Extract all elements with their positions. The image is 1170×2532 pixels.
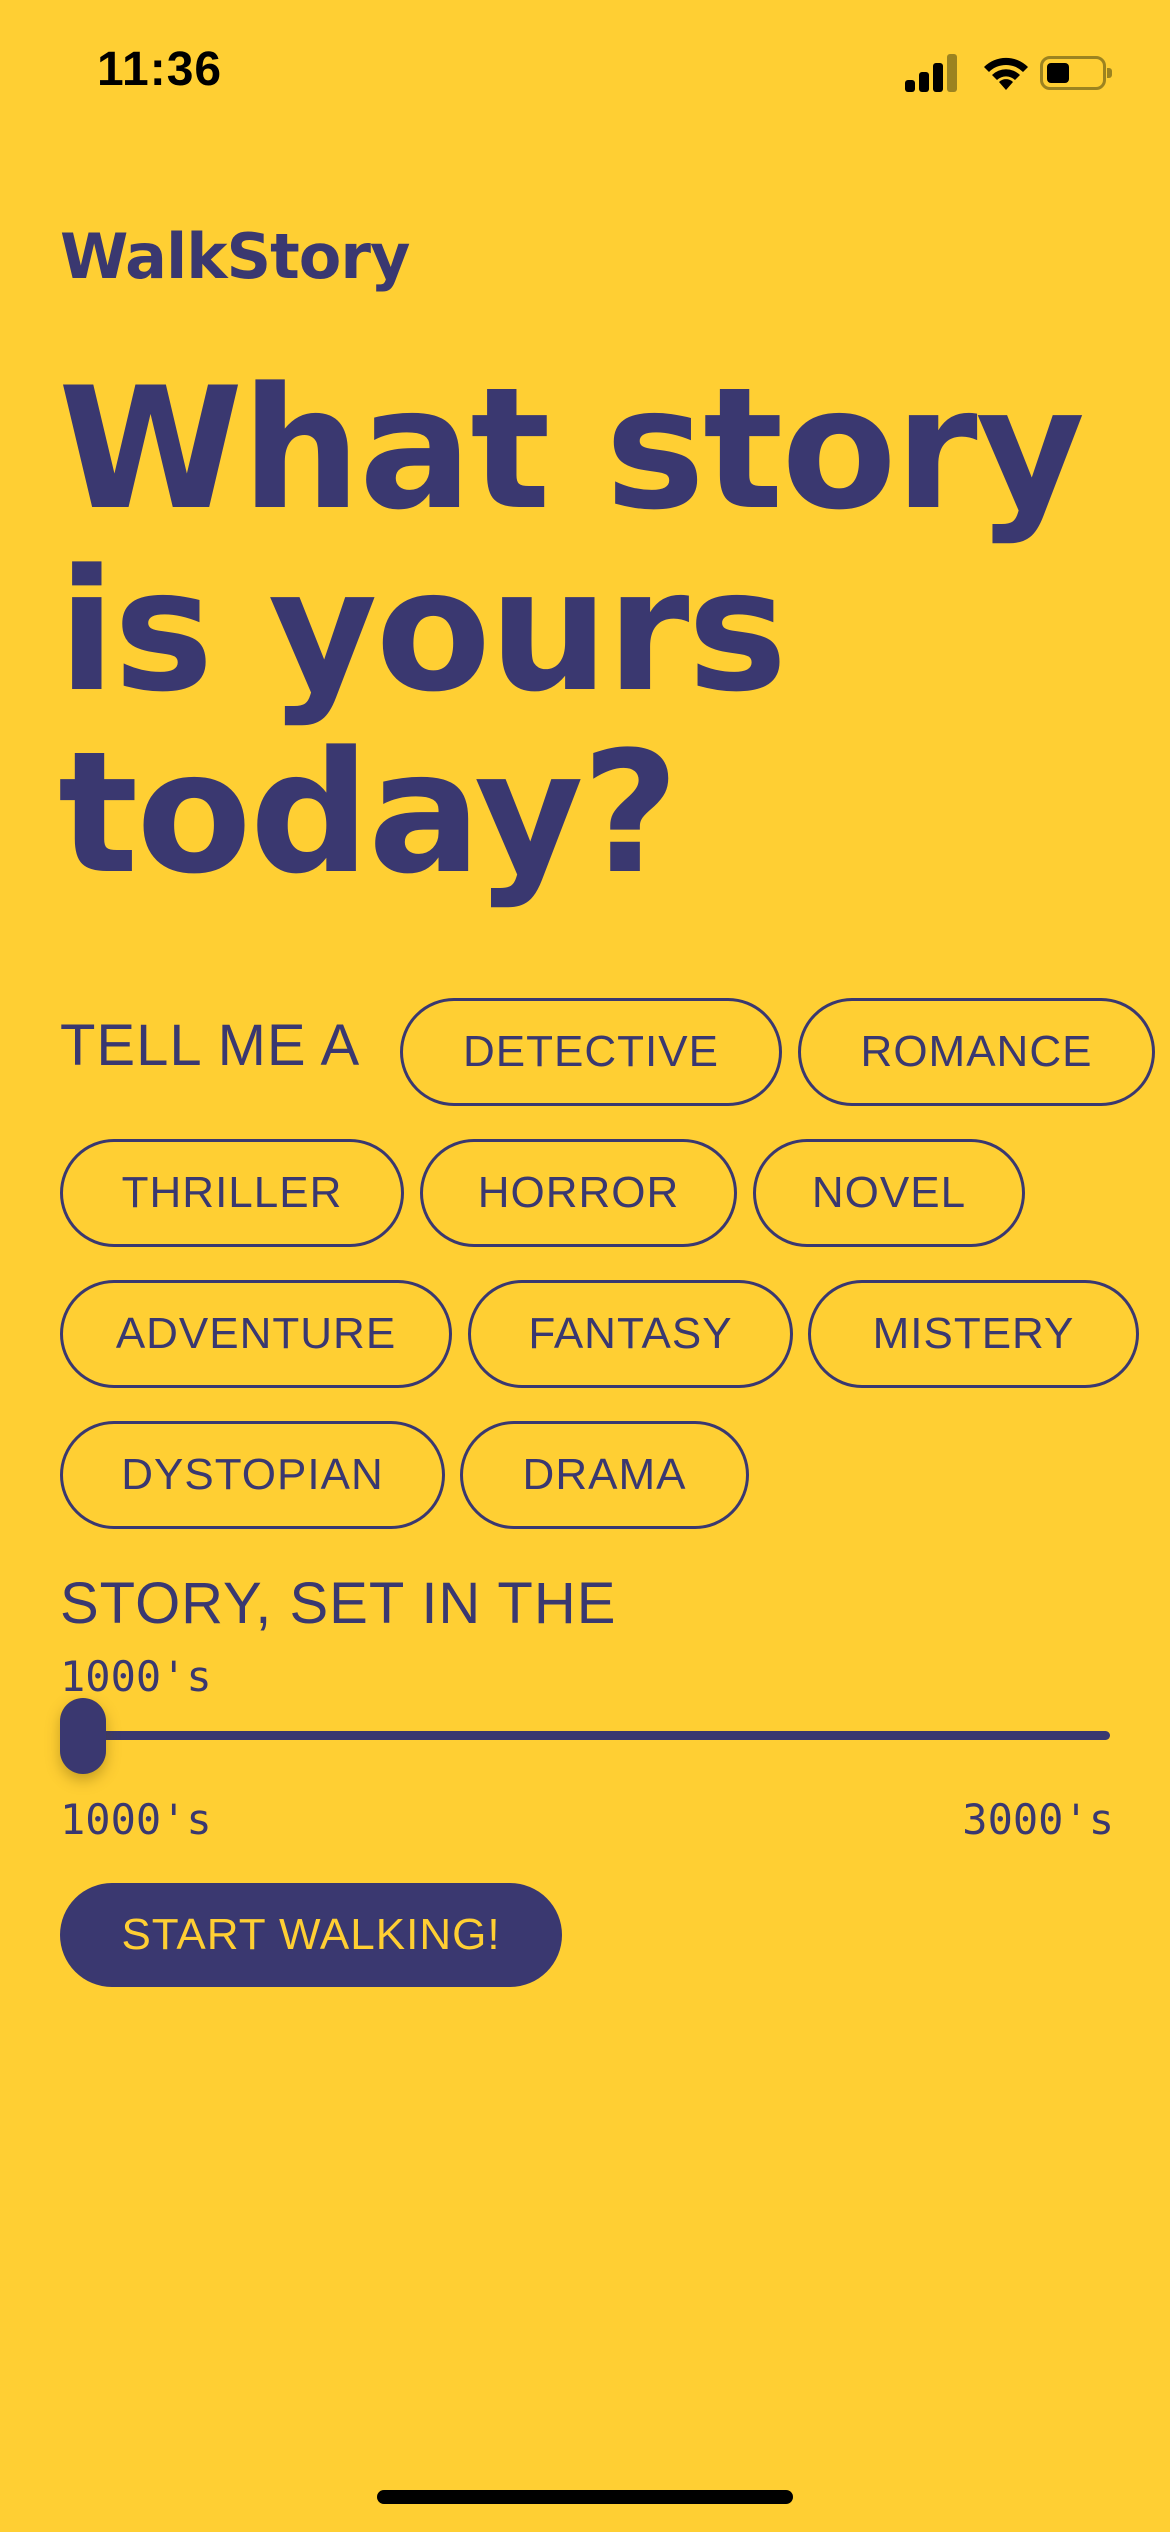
- battery-icon: [1040, 56, 1112, 90]
- genre-chip-detective[interactable]: DETECTIVE: [400, 998, 782, 1106]
- era-slider-track[interactable]: [60, 1731, 1110, 1740]
- cellular-signal-icon: [905, 54, 961, 92]
- start-walking-button[interactable]: START WALKING!: [60, 1883, 562, 1987]
- genre-chip-drama[interactable]: DRAMA: [460, 1421, 749, 1529]
- genre-chip-novel[interactable]: NOVEL: [753, 1139, 1025, 1247]
- genre-chip-horror[interactable]: HORROR: [420, 1139, 737, 1247]
- slider-value-label: 1000's: [60, 1652, 212, 1701]
- genre-chip-romance[interactable]: ROMANCE: [798, 998, 1155, 1106]
- slider-max-label: 3000's: [962, 1795, 1114, 1844]
- slider-min-label: 1000's: [60, 1795, 212, 1844]
- genre-chip-thriller[interactable]: THRILLER: [60, 1139, 404, 1247]
- genre-prompt: TELL ME A: [60, 1013, 361, 1078]
- page-title: What story is yours today?: [58, 351, 1085, 911]
- status-time: 11:36: [97, 43, 223, 96]
- home-indicator[interactable]: [377, 2490, 793, 2504]
- era-slider-thumb[interactable]: [60, 1698, 106, 1774]
- brand-logo: WalkStory: [60, 220, 410, 293]
- genre-chip-fantasy[interactable]: FANTASY: [468, 1280, 793, 1388]
- era-prompt: STORY, SET IN THE: [60, 1571, 617, 1636]
- genre-chip-mistery[interactable]: MISTERY: [808, 1280, 1139, 1388]
- genre-chip-dystopian[interactable]: DYSTOPIAN: [60, 1421, 445, 1529]
- genre-chip-adventure[interactable]: ADVENTURE: [60, 1280, 452, 1388]
- wifi-icon: [980, 50, 1032, 92]
